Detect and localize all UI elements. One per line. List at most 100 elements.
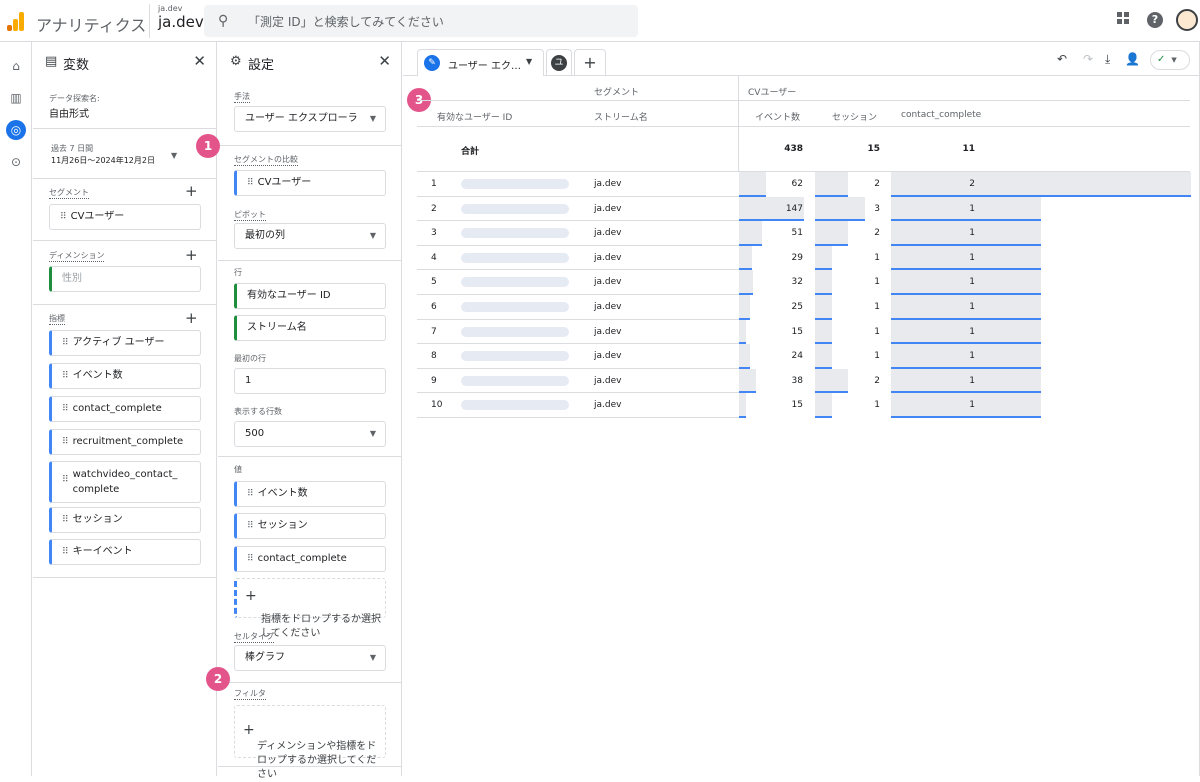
sessions-value: 1 [874, 400, 880, 411]
cell-type-label: セルタイプ [234, 632, 274, 643]
date-range-value[interactable]: 11月26日〜2024年12月2日 [51, 155, 155, 166]
metric-chip[interactable]: ⠿ recruitment_complete [49, 429, 201, 455]
metric-chip[interactable]: ⠿ watchvideo_contact_ complete [49, 461, 201, 503]
table-row[interactable]: 1 ja.dev 62 2 2 [403, 172, 1200, 197]
contact-value: 1 [969, 375, 975, 386]
tab-second[interactable]: ユ [546, 49, 572, 76]
stream-name: ja.dev [594, 326, 622, 337]
events-bar [739, 221, 762, 246]
analytics-logo-icon[interactable] [6, 11, 26, 31]
table-row[interactable]: 2 ja.dev 147 3 1 [403, 196, 1200, 222]
add-dimension-icon[interactable]: + [185, 248, 198, 263]
col-stream[interactable]: ストリーム名 [594, 110, 648, 123]
row-number: 9 [431, 375, 437, 386]
row-chip[interactable]: ストリーム名 [234, 315, 386, 341]
events-value: 24 [791, 351, 803, 362]
filter-label: フィルタ [234, 689, 266, 700]
segment-chip[interactable]: ⠿ CVユーザー [49, 204, 201, 230]
status-pill[interactable]: ✓ ▼ [1150, 50, 1190, 70]
sessions-bar [815, 245, 832, 271]
contact-value: 1 [969, 302, 975, 312]
top-bar: アナリティクス ja.dev ja.dev ⚲ 「測定 ID」と検索してみてくだ… [0, 0, 1200, 42]
contact-value: 2 [969, 179, 975, 189]
add-segment-icon[interactable]: + [185, 184, 198, 199]
undo-icon[interactable]: ↶ [1057, 52, 1067, 66]
metric-chip[interactable]: ⠿ セッション [49, 507, 201, 533]
share-icon[interactable]: 👤 [1125, 52, 1140, 66]
search-placeholder: 「測定 ID」と検索してみてください [248, 15, 444, 29]
pivot-select[interactable]: 最初の列 ▼ [234, 223, 386, 249]
value-chip[interactable]: ⠿ イベント数 [234, 481, 386, 507]
sessions-bar [815, 344, 832, 369]
col-events[interactable]: イベント数 [755, 110, 800, 123]
events-value: 15 [791, 326, 803, 337]
metric-chip[interactable]: ⠿ アクティブ ユーザー [49, 330, 201, 356]
contact-value: 1 [969, 277, 975, 288]
total-events: 438 [784, 144, 803, 154]
table-row[interactable]: 8 ja.dev 24 1 1 [403, 344, 1200, 369]
col-sessions[interactable]: セッション [832, 110, 877, 123]
sessions-bar [815, 393, 832, 418]
values-drop-zone[interactable]: + 指標をドロップするか選択 してください [234, 578, 386, 639]
technique-select[interactable]: ユーザー エクスプローラ ▼ [234, 106, 386, 132]
value-chip[interactable]: ⠿ contact_complete [234, 546, 386, 572]
add-metric-icon[interactable]: + [185, 311, 198, 326]
table-row[interactable]: 6 ja.dev 25 1 1 [403, 295, 1200, 320]
account-selector[interactable]: ja.dev ja.dev [149, 4, 204, 38]
home-icon[interactable]: ⌂ [6, 56, 26, 76]
events-bar [739, 270, 754, 295]
segment-compare-chip[interactable]: ⠿ CVユーザー [234, 170, 386, 196]
close-icon[interactable]: ✕ [193, 52, 206, 70]
account-small: ja.dev [158, 4, 183, 13]
filter-drop-zone[interactable]: + ディメンションや指標をド ロップするか選択してくだ さい [234, 705, 386, 780]
col-contact[interactable]: contact_complete [901, 110, 981, 120]
avatar-icon[interactable] [1176, 9, 1198, 31]
events-value: 15 [791, 400, 803, 411]
advertising-icon[interactable]: ⊙ [6, 152, 26, 172]
explore-icon[interactable]: ◎ [6, 120, 26, 140]
tab-bar: ✎ ユーザー エク… ▼ ユ + ↶ ↷ ⤓ 👤 ✓ ▼ [403, 42, 1199, 76]
reports-icon[interactable]: ▥ [6, 88, 26, 108]
help-icon[interactable]: ? [1147, 12, 1163, 28]
tab-label: ユーザー エク… [448, 61, 521, 72]
settings-title: 設定 [248, 58, 275, 73]
dimension-chip[interactable]: 性別 [49, 266, 201, 292]
download-icon[interactable]: ⤓ [1105, 52, 1110, 67]
add-tab-button[interactable]: + [574, 49, 606, 76]
first-row-input[interactable]: 1 [234, 368, 386, 394]
metric-chip[interactable]: ⠿ キーイベント [49, 539, 201, 565]
search-input[interactable]: ⚲ 「測定 ID」と検索してみてください [204, 5, 638, 37]
row-chip[interactable]: 有効なユーザー ID [234, 283, 386, 309]
contact-value: 1 [969, 228, 975, 239]
tab-user-explorer[interactable]: ✎ ユーザー エク… ▼ [417, 49, 544, 76]
stream-name: ja.dev [594, 302, 622, 312]
close-icon[interactable]: ✕ [378, 52, 391, 70]
row-number: 7 [431, 326, 437, 337]
table-row[interactable]: 5 ja.dev 32 1 1 [403, 270, 1200, 295]
events-value: 38 [791, 375, 803, 386]
exploration-name[interactable]: 自由形式 [49, 105, 89, 120]
row-number: 8 [431, 351, 437, 362]
sessions-value: 1 [874, 326, 880, 337]
sessions-bar [815, 270, 832, 295]
add-icon: + [243, 722, 255, 738]
settings-header: ⚙ 設定 ✕ [218, 42, 401, 80]
metric-chip[interactable]: ⠿ contact_complete [49, 396, 201, 422]
value-chip[interactable]: ⠿ セッション [234, 513, 386, 539]
apps-grid-icon[interactable] [1117, 12, 1129, 24]
metric-chip[interactable]: ⠿ イベント数 [49, 363, 201, 389]
table-row[interactable]: 4 ja.dev 29 1 1 [403, 245, 1200, 271]
table-row[interactable]: 10 ja.dev 15 1 1 [403, 393, 1200, 418]
stream-name: ja.dev [594, 277, 622, 288]
table-row[interactable]: 9 ja.dev 38 2 1 [403, 368, 1200, 394]
chevron-down-icon[interactable]: ▼ [171, 151, 177, 160]
table-row[interactable]: 3 ja.dev 51 2 1 [403, 221, 1200, 246]
cell-type-select[interactable]: 棒グラフ ▼ [234, 645, 386, 671]
events-bar [739, 368, 756, 394]
rows-shown-select[interactable]: 500 ▼ [234, 421, 386, 447]
sessions-bar [815, 295, 832, 320]
contact-bar-line [891, 415, 1041, 418]
chevron-down-icon[interactable]: ▼ [526, 57, 532, 66]
col-user-id[interactable]: 有効なユーザー ID [437, 110, 512, 123]
table-row[interactable]: 7 ja.dev 15 1 1 [403, 319, 1200, 345]
